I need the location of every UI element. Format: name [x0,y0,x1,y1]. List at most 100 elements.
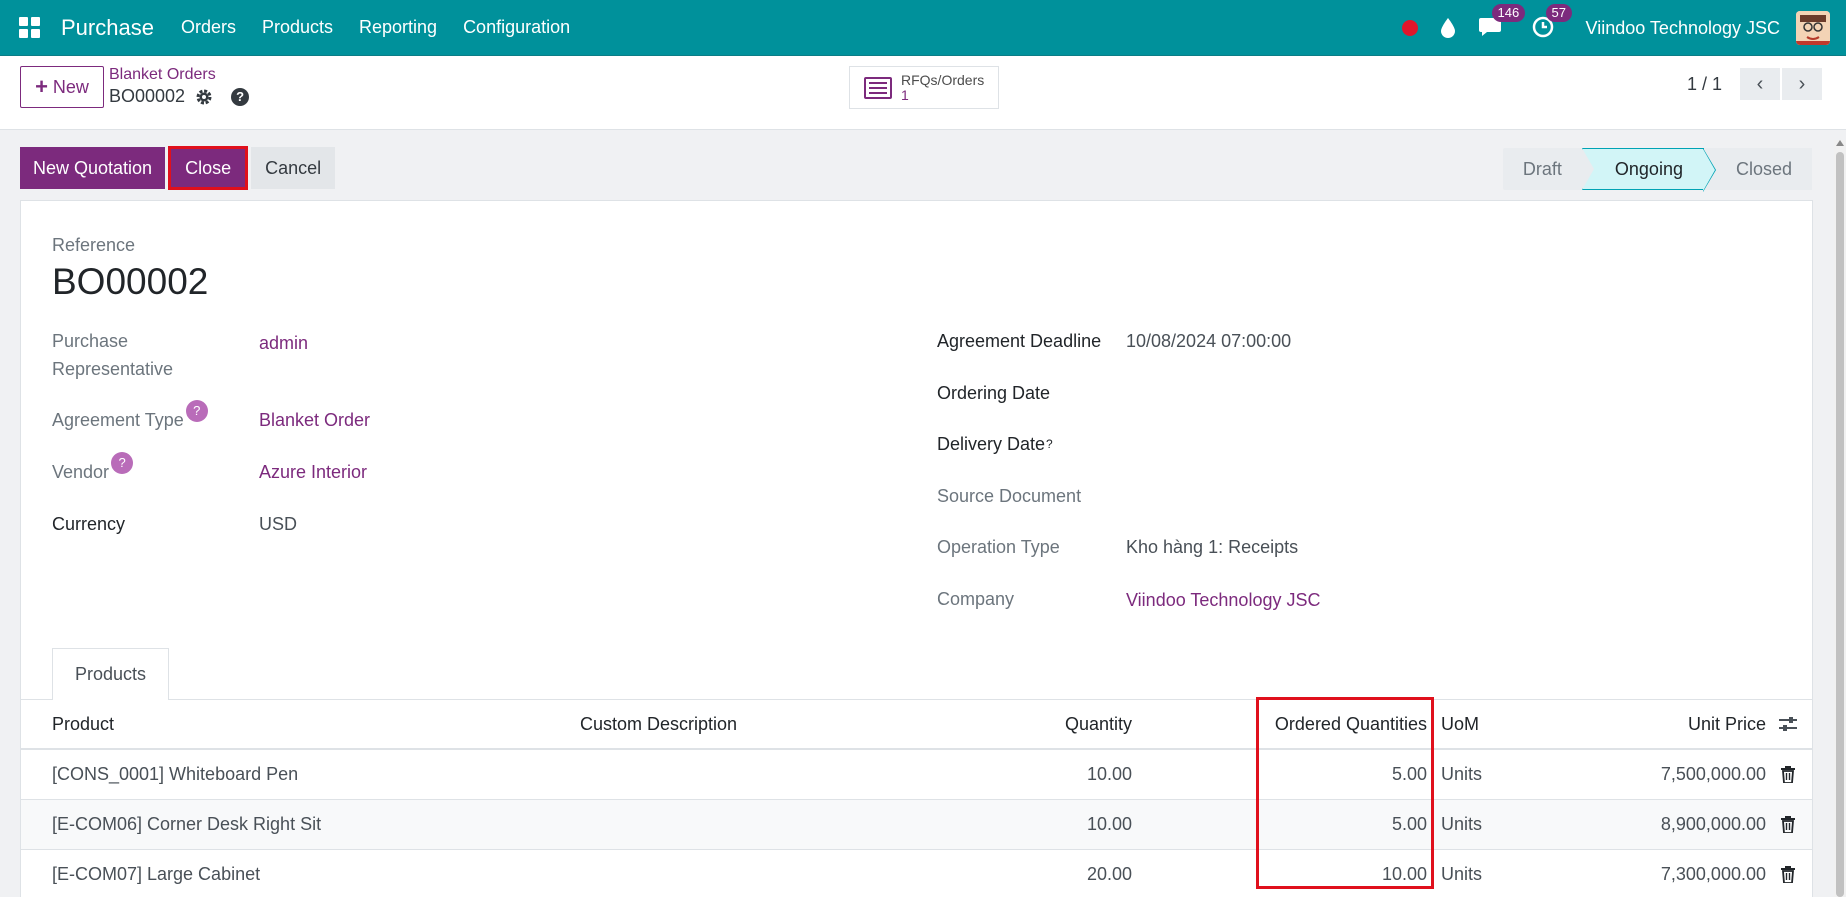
table-row[interactable]: [CONS_0001] Whiteboard Pen 10.00 5.00 Un… [21,750,1812,800]
row-quantity[interactable]: 20.00 [1087,850,1132,897]
new-button-label: New [52,76,89,97]
row-quantity[interactable]: 10.00 [1087,800,1132,849]
control-panel: + New Blanket Orders BO00002 ? RFQs/Orde… [0,56,1846,130]
purchase-rep-label-line-1: Purchase [52,331,129,351]
vendor-field[interactable]: Azure Interior [259,458,367,486]
help-tooltip-icon[interactable]: ? [1046,437,1053,451]
column-description[interactable]: Custom Description [580,700,737,748]
close-button[interactable]: Close [168,146,249,190]
purchase-rep-label: Purchase Representative [52,327,173,383]
operation-type-field[interactable]: Kho hàng 1: Receipts [1126,533,1298,561]
chevron-left-icon: ‹ [1756,72,1764,95]
messages-button[interactable]: 146 [1478,4,1526,40]
row-quantity[interactable]: 10.00 [1087,750,1132,799]
column-ordered-quantities[interactable]: Ordered Quantities [1275,700,1427,748]
activities-badge: 57 [1545,4,1572,22]
source-document-field[interactable] [1126,482,1526,510]
form-action-buttons: New Quotation Close Cancel [20,146,336,190]
pager-previous-button[interactable]: ‹ [1740,68,1780,100]
column-quantity[interactable]: Quantity [1065,700,1132,748]
new-quotation-button[interactable]: New Quotation [20,147,166,189]
new-button[interactable]: + New [20,66,104,108]
breadcrumb-blanket-orders[interactable]: Blanket Orders [109,66,216,84]
app-brand[interactable]: Purchase [61,15,154,41]
column-uom[interactable]: UoM [1441,700,1479,748]
row-ordered-quantity: 5.00 [1391,814,1427,834]
delete-row-button[interactable] [1777,800,1799,849]
operation-type-label: Operation Type [937,537,1060,557]
record-icon[interactable] [1401,20,1418,36]
row-product[interactable]: [E-COM07] Large Cabinet [52,850,260,897]
row-uom[interactable]: Units [1441,850,1482,897]
agreement-deadline-label: Agreement Deadline [937,331,1102,351]
optional-columns-button[interactable] [1777,700,1799,748]
page-scrollbar[interactable] [1834,140,1846,897]
agreement-type-label-text: Agreement Type [52,410,184,430]
help-tooltip-icon[interactable]: ? [185,400,208,422]
row-uom[interactable]: Units [1441,750,1482,799]
help-icon[interactable]: ? [231,87,250,106]
table-row[interactable]: [E-COM07] Large Cabinet 20.00 10.00 Unit… [21,850,1812,897]
row-product[interactable]: [CONS_0001] Whiteboard Pen [52,750,298,799]
row-product[interactable]: [E-COM06] Corner Desk Right Sit [52,800,321,849]
user-avatar[interactable] [1796,11,1830,45]
pager: 1 / 1 ‹ › [1687,68,1822,100]
agreement-type-field[interactable]: Blanket Order [259,406,370,434]
form-sheet: Reference BO00002 Purchase Representativ… [20,200,1813,897]
vendor-label-text: Vendor [52,462,110,482]
reference-label: Reference [52,235,136,255]
cancel-button[interactable]: Cancel [251,147,336,189]
drop-icon[interactable] [1438,17,1458,39]
apps-menu-icon[interactable] [19,16,41,39]
menu-configuration[interactable]: Configuration [450,17,583,38]
stage-closed[interactable]: Closed [1703,148,1812,190]
row-unit-price[interactable]: 8,900,000.00 [1661,800,1766,849]
agreement-type-label: Agreement Type? [52,400,208,434]
menu-reporting[interactable]: Reporting [346,17,450,38]
scrollbar-thumb[interactable] [1836,152,1844,897]
messages-badge: 146 [1491,4,1526,22]
delivery-date-field[interactable] [1126,430,1526,458]
stage-closed-label: Closed [1735,158,1792,179]
activities-button[interactable]: 57 [1532,4,1572,40]
ordering-date-field[interactable] [1126,379,1526,407]
stage-draft[interactable]: Draft [1502,148,1594,190]
column-product[interactable]: Product [52,700,114,748]
currency-field[interactable]: USD [259,510,297,538]
gear-icon[interactable] [195,88,213,106]
table-row[interactable]: [E-COM06] Corner Desk Right Sit 10.00 5.… [21,800,1812,850]
agreement-deadline-field[interactable]: 10/08/2024 07:00:00 [1126,327,1291,355]
tab-products[interactable]: Products [52,648,169,700]
stage-draft-label: Draft [1522,158,1562,179]
top-navbar: Purchase Orders Products Reporting Confi… [0,0,1846,56]
currency-label: Currency [52,514,126,534]
scroll-up-icon[interactable] [1836,140,1844,146]
trash-icon [1781,816,1795,833]
row-unit-price[interactable]: 7,500,000.00 [1661,750,1766,799]
company-switcher[interactable]: Viindoo Technology JSC [1586,18,1780,39]
trash-icon [1781,866,1795,883]
delete-row-button[interactable] [1777,850,1799,897]
menu-products[interactable]: Products [249,17,346,38]
pager-value[interactable]: 1 / 1 [1687,74,1722,95]
chevron-right-icon: › [1798,72,1806,95]
plus-icon: + [35,74,48,99]
vendor-label: Vendor? [52,452,134,486]
row-uom[interactable]: Units [1441,800,1482,849]
row-unit-price[interactable]: 7,300,000.00 [1661,850,1766,897]
delete-row-button[interactable] [1777,750,1799,799]
trash-icon [1781,766,1795,783]
purchase-rep-field[interactable]: admin [259,329,308,357]
pager-next-button[interactable]: › [1782,68,1822,100]
company-field[interactable]: Viindoo Technology JSC [1126,586,1320,614]
stage-ongoing[interactable]: Ongoing [1581,148,1716,192]
rfqs-orders-smart-button[interactable]: RFQs/Orders 1 [849,66,999,109]
reference-field[interactable]: BO00002 [52,261,208,303]
record-title: BO00002 ? [109,86,250,107]
company-label: Company [937,589,1015,609]
stage-ongoing-label: Ongoing [1614,158,1683,179]
column-unit-price[interactable]: Unit Price [1688,700,1766,748]
help-tooltip-icon[interactable]: ? [111,452,134,474]
purchase-rep-label-line-2: Representative [52,359,174,379]
menu-orders[interactable]: Orders [168,17,249,38]
